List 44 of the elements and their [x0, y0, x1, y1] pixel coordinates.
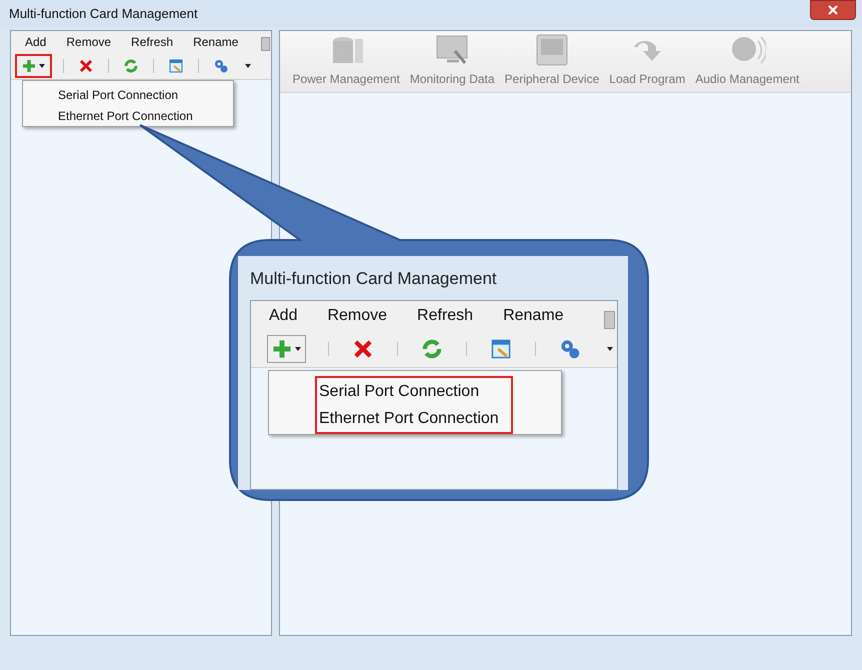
close-button[interactable] — [810, 0, 856, 20]
close-icon — [79, 59, 93, 73]
add-button[interactable] — [267, 335, 306, 363]
overflow-icon[interactable] — [261, 37, 270, 51]
window-icon — [491, 339, 511, 359]
gears-icon — [214, 59, 228, 73]
caret-icon — [295, 347, 301, 351]
menu-item[interactable]: Refresh — [417, 304, 474, 328]
refresh-button[interactable] — [122, 59, 140, 73]
module-button[interactable]: Power Management — [292, 33, 400, 88]
close-icon — [353, 339, 373, 359]
settings-button[interactable] — [212, 59, 253, 73]
module-button[interactable]: Load Program — [609, 33, 686, 88]
menu-item[interactable]: Remove — [66, 33, 112, 51]
menu-item[interactable]: Add — [269, 304, 298, 328]
plus-icon — [272, 339, 292, 359]
module-button[interactable]: Monitoring Data — [410, 33, 495, 88]
menu-item[interactable]: Rename — [193, 33, 238, 51]
menu-item[interactable]: Ethernet Port Connection — [319, 405, 511, 432]
menu-item[interactable]: Ethernet Port Connection — [58, 105, 233, 126]
refresh-icon — [124, 59, 138, 73]
menu-item[interactable]: Add — [25, 33, 46, 51]
rename-button[interactable] — [489, 339, 513, 359]
module-button[interactable]: Audio Management — [695, 33, 800, 88]
remove-button[interactable] — [77, 59, 95, 73]
menu-item[interactable]: Serial Port Connection — [58, 84, 233, 105]
menu-item[interactable]: Rename — [503, 304, 564, 328]
caret-icon — [607, 347, 613, 351]
add-button[interactable] — [17, 56, 50, 76]
refresh-icon — [422, 339, 442, 359]
gears-icon — [560, 339, 580, 359]
menu-item[interactable]: Remove — [327, 304, 388, 328]
rename-button[interactable] — [167, 59, 185, 73]
caret-icon — [39, 64, 45, 68]
window-title: Multi-function Card Management — [9, 5, 198, 24]
menu-item[interactable]: Refresh — [131, 33, 174, 51]
menu-item[interactable]: Serial Port Connection — [319, 378, 511, 405]
magnified-title: Multi-function Card Management — [249, 268, 498, 290]
refresh-button[interactable] — [420, 339, 444, 359]
plus-icon — [22, 59, 36, 73]
window-icon — [169, 59, 183, 73]
module-button[interactable]: Peripheral Device — [504, 33, 600, 88]
close-icon — [827, 4, 839, 16]
caret-icon — [245, 64, 251, 68]
